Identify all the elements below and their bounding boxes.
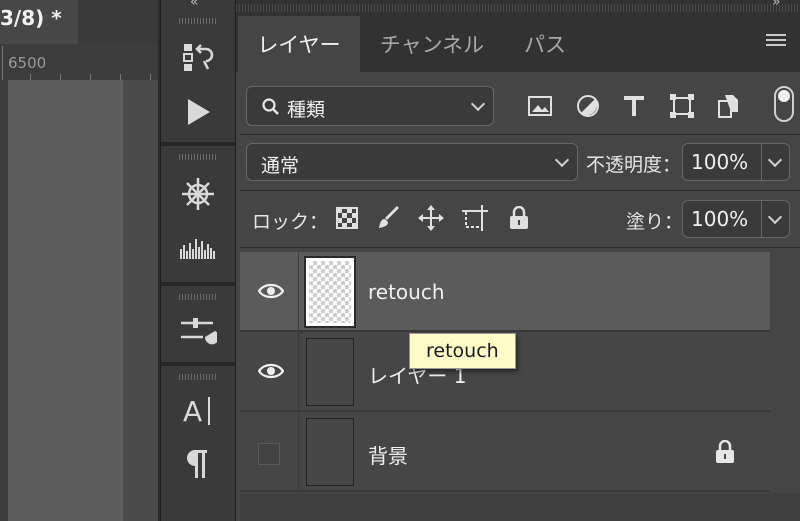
opacity-label: 不透明度：	[586, 154, 682, 176]
fill-label: 塗り：	[626, 211, 684, 233]
lock-position-icon[interactable]	[418, 205, 444, 231]
dock-grip[interactable]	[179, 294, 217, 300]
navigator-wheel-icon[interactable]	[178, 174, 218, 214]
tab-paths[interactable]: パス	[504, 16, 586, 72]
document-tab-title: 3/8) *	[0, 6, 62, 30]
collapse-panels-icon[interactable]: «	[190, 0, 199, 10]
tab-bar-empty	[78, 0, 158, 44]
layers-empty-area	[240, 493, 800, 521]
lock-image-pixels-icon[interactable]	[376, 205, 402, 231]
divider	[240, 190, 800, 191]
opacity-dropdown[interactable]	[762, 143, 790, 181]
type-filter-icon[interactable]	[620, 92, 648, 120]
visibility-toggle-empty[interactable]	[258, 443, 280, 465]
lock-transparent-pixels-icon[interactable]	[334, 205, 360, 231]
panel-menu-icon[interactable]	[766, 34, 786, 48]
tab-layers[interactable]: レイヤー	[238, 16, 360, 72]
vertical-ruler	[0, 80, 8, 521]
chevron-down-icon	[470, 96, 486, 112]
lock-artboard-icon[interactable]	[462, 205, 488, 231]
history-panel-icon[interactable]	[178, 38, 218, 78]
histogram-icon[interactable]	[178, 226, 218, 266]
character-panel-icon[interactable]: A	[178, 390, 218, 430]
panel-grip[interactable]	[236, 4, 800, 12]
eye-visibility-icon[interactable]	[256, 358, 286, 384]
tab-channels[interactable]: チャンネル	[362, 16, 502, 72]
layer-row-background[interactable]: 背景	[240, 412, 770, 492]
layer-thumbnail[interactable]	[306, 418, 354, 486]
filter-toggle-switch[interactable]	[774, 86, 794, 122]
chevron-down-icon	[554, 152, 570, 168]
filter-kind-label: 種類	[287, 99, 326, 121]
image-filter-icon[interactable]	[526, 92, 554, 120]
eye-visibility-icon[interactable]	[256, 278, 286, 304]
document-canvas[interactable]	[8, 80, 123, 521]
search-icon	[262, 98, 279, 115]
layer-thumbnail[interactable]	[306, 338, 354, 406]
layer-name-tooltip: retouch	[409, 333, 516, 369]
lock-all-icon[interactable]	[506, 205, 532, 231]
panel-dock-strip: A	[160, 0, 236, 521]
horizontal-ruler: 6500	[0, 44, 158, 81]
layer-row-retouch[interactable]: retouch	[240, 252, 770, 332]
lock-label: ロック：	[252, 211, 329, 233]
opacity-input[interactable]: 100%	[682, 143, 762, 181]
fill-dropdown[interactable]	[762, 200, 790, 238]
layer-name[interactable]: 背景	[368, 440, 408, 469]
actions-play-icon[interactable]	[178, 92, 218, 132]
dock-grip[interactable]	[179, 18, 217, 24]
divider	[240, 247, 800, 248]
document-tab[interactable]: 3/8) *	[0, 0, 78, 44]
blend-mode-dropdown[interactable]: 通常	[246, 143, 578, 181]
svg-text:A: A	[183, 395, 202, 427]
layer-thumbnail[interactable]	[304, 256, 356, 328]
divider	[240, 134, 800, 135]
expand-panels-icon[interactable]: »	[772, 0, 781, 10]
fill-input[interactable]: 100%	[682, 200, 762, 238]
layer-lock-icon[interactable]	[714, 440, 736, 464]
blend-mode-value: 通常	[261, 155, 300, 177]
layer-filter-kind-dropdown[interactable]: 種類	[246, 86, 494, 126]
properties-sliders-icon[interactable]	[178, 310, 218, 350]
dock-grip[interactable]	[179, 154, 217, 160]
layer-name[interactable]: retouch	[368, 280, 445, 304]
paragraph-panel-icon[interactable]	[178, 444, 218, 484]
smart-object-filter-icon[interactable]	[714, 92, 742, 120]
adjustment-filter-icon[interactable]	[574, 92, 602, 120]
dock-grip[interactable]	[179, 374, 217, 380]
shape-filter-icon[interactable]	[668, 92, 696, 120]
ruler-label: 6500	[8, 54, 47, 72]
